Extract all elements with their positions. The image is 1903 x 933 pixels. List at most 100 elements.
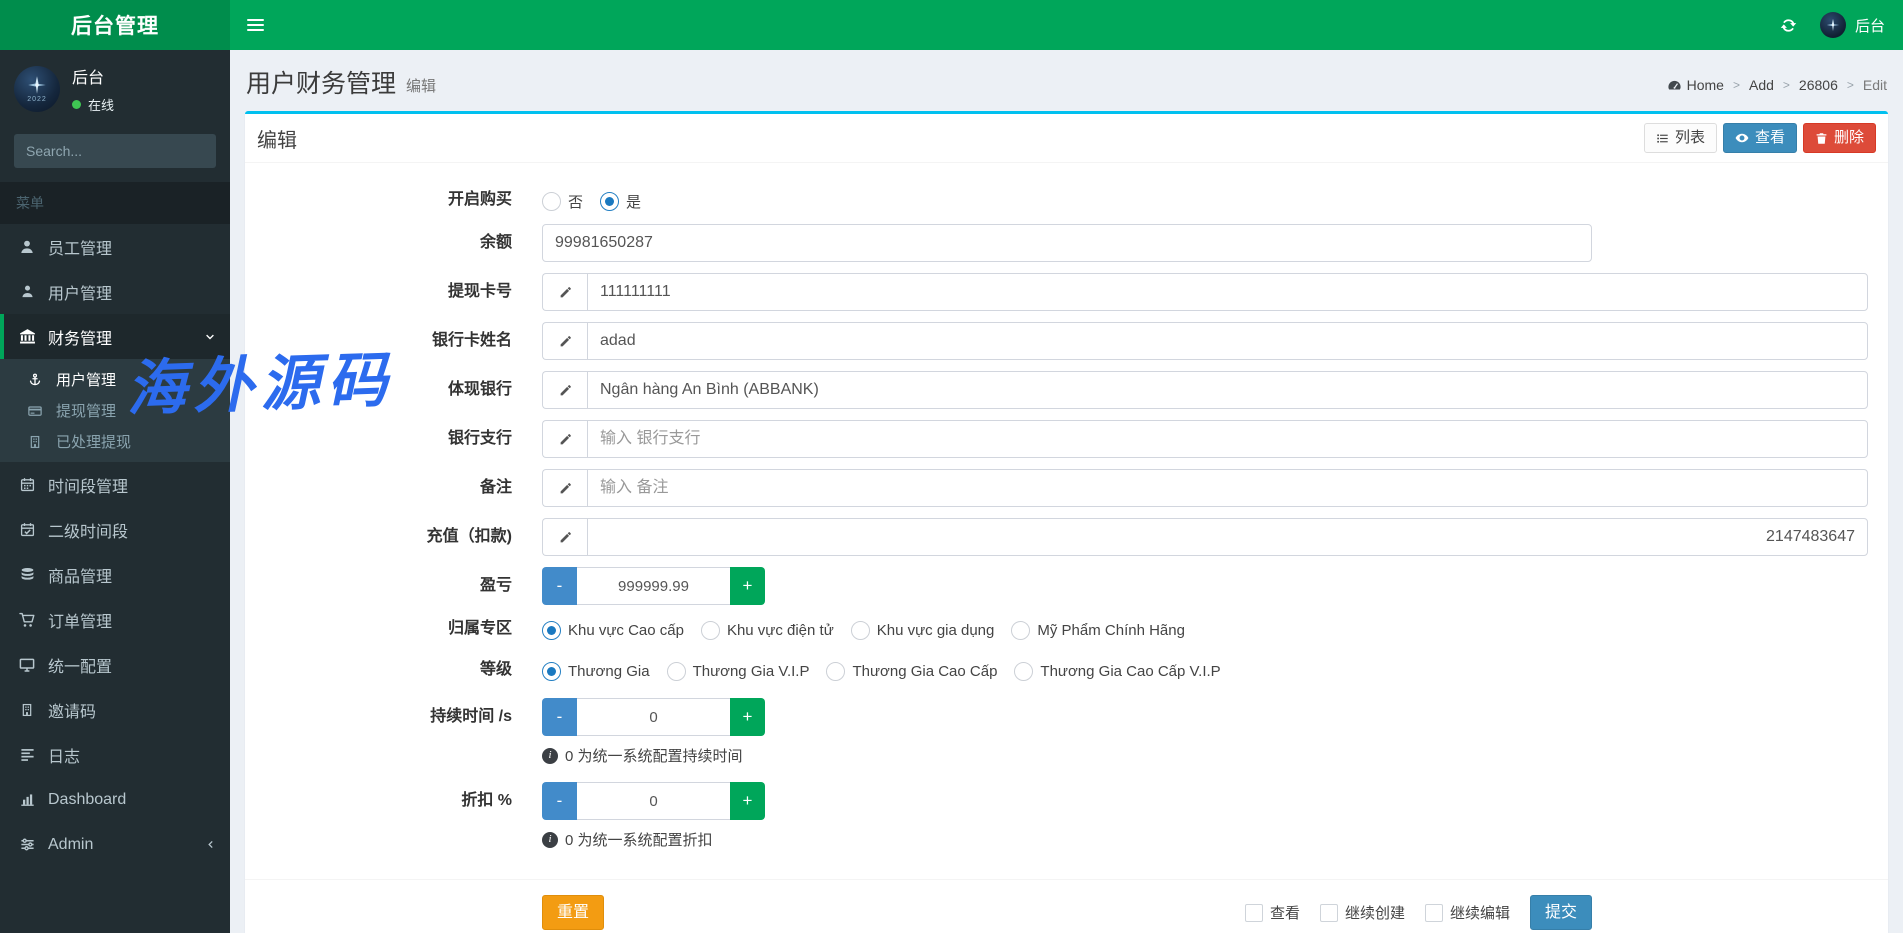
radio-purchase-no[interactable]: 否: [542, 191, 583, 212]
sidebar-item-users[interactable]: 用户管理: [0, 269, 230, 314]
checkbox-continue-edit[interactable]: 继续编辑: [1424, 902, 1510, 923]
sidebar-item-staff[interactable]: 员工管理: [0, 224, 230, 269]
building-icon: [24, 435, 46, 449]
refresh-button[interactable]: [1766, 0, 1812, 50]
avatar-year: 2022: [27, 96, 47, 103]
submit-button[interactable]: 提交: [1529, 895, 1592, 931]
log-lines-icon: [16, 747, 38, 762]
radio-level-0[interactable]: Thương Gia: [542, 662, 650, 681]
minus-button[interactable]: -: [542, 698, 577, 736]
sidebar-item-dashboard[interactable]: Dashboard: [0, 777, 230, 822]
radio-icon[interactable]: [542, 192, 561, 211]
view-button[interactable]: 查看: [1722, 123, 1797, 153]
radio-level-3[interactable]: Thương Gia Cao Cấp V.I.P: [1014, 662, 1221, 681]
radio-icon-checked[interactable]: [600, 192, 620, 211]
chevron-left-icon: [205, 839, 216, 850]
balance-input[interactable]: [542, 224, 1592, 262]
field-label-balance: 余额: [479, 234, 512, 251]
radio-zone-3[interactable]: Mỹ Phẩm Chính Hãng: [1011, 621, 1185, 640]
top-bar: 后台管理 后台: [0, 0, 1903, 50]
sidebar-subitem-withdraw[interactable]: 提现管理: [0, 395, 230, 426]
bank-input[interactable]: [587, 371, 1868, 409]
pencil-icon: [542, 371, 587, 409]
reset-button[interactable]: 重置: [542, 895, 605, 931]
user-menu[interactable]: 后台: [1812, 12, 1903, 38]
radio-purchase-yes[interactable]: 是: [600, 191, 641, 212]
plus-button[interactable]: +: [730, 782, 765, 820]
plus-button[interactable]: +: [730, 698, 765, 736]
cart-icon: [16, 612, 38, 628]
checkbox-view[interactable]: 查看: [1244, 902, 1300, 923]
radio-icon[interactable]: [1011, 621, 1031, 640]
field-label-level: 等级: [479, 661, 512, 678]
radio-icon[interactable]: [700, 621, 720, 640]
anchor-icon: [24, 373, 46, 387]
minus-button[interactable]: -: [542, 782, 577, 820]
navbar: 后台: [230, 0, 1903, 50]
checkbox-continue-create[interactable]: 继续创建: [1319, 902, 1405, 923]
radio-zone-0[interactable]: Khu vực Cao cấp: [542, 621, 684, 640]
checkbox-icon[interactable]: [1424, 903, 1443, 922]
app-logo[interactable]: 后台管理: [0, 0, 230, 50]
field-label-purchase: 开启购买: [447, 191, 512, 208]
box-title: 编辑: [257, 129, 297, 152]
info-icon: i: [542, 831, 558, 848]
breadcrumb-add[interactable]: Add: [1749, 77, 1774, 93]
sidebar-item-orders[interactable]: 订单管理: [0, 597, 230, 642]
remark-input[interactable]: [587, 469, 1868, 507]
breadcrumb-id[interactable]: 26806: [1799, 77, 1838, 93]
radio-icon[interactable]: [1014, 662, 1034, 681]
duration-help: i 0 为统一系统配置持续时间: [542, 745, 1592, 766]
profit-input[interactable]: [577, 567, 730, 605]
level-radio-group: Thương Gia Thương Gia V.I.P Thương Gia C…: [542, 657, 1592, 683]
discount-help: i 0 为统一系统配置折扣: [542, 829, 1592, 850]
duration-input[interactable]: [577, 698, 730, 736]
radio-icon-checked[interactable]: [542, 662, 561, 681]
delete-button[interactable]: 删除: [1802, 123, 1876, 153]
branch-input[interactable]: [587, 420, 1868, 458]
sidebar-item-finance[interactable]: 财务管理: [0, 314, 230, 359]
plus-button[interactable]: +: [730, 567, 765, 605]
radio-icon-checked[interactable]: [542, 621, 561, 640]
desktop-icon: [16, 657, 38, 673]
sidebar-item-invite-code[interactable]: 邀请码: [0, 687, 230, 732]
discount-input[interactable]: [577, 782, 730, 820]
radio-zone-1[interactable]: Khu vực điện tử: [700, 621, 834, 640]
checkbox-icon[interactable]: [1319, 903, 1338, 922]
hamburger-icon: [246, 19, 264, 21]
radio-level-1[interactable]: Thương Gia V.I.P: [666, 662, 809, 681]
radio-zone-2[interactable]: Khu vực gia dụng: [850, 621, 994, 640]
page-subtitle: 编辑: [406, 77, 437, 95]
list-button[interactable]: 列表: [1643, 123, 1717, 153]
radio-icon[interactable]: [826, 662, 846, 681]
sidebar-subitem-user-finance[interactable]: 用户管理: [0, 364, 230, 395]
sidebar-item-sub-timeslot[interactable]: 二级时间段: [0, 507, 230, 552]
card-number-input[interactable]: [587, 273, 1868, 311]
avatar[interactable]: 2022: [14, 66, 60, 112]
sidebar-toggle-button[interactable]: [230, 0, 280, 50]
recharge-input[interactable]: [587, 518, 1868, 556]
user-icon: [16, 284, 38, 299]
radio-icon[interactable]: [850, 621, 870, 640]
field-label-recharge: 充值（扣款): [426, 528, 512, 545]
zone-radio-group: Khu vực Cao cấp Khu vực điện tử Khu vực …: [542, 616, 1592, 642]
minus-button[interactable]: -: [542, 567, 577, 605]
radio-icon[interactable]: [666, 662, 686, 681]
sidebar-user-status: 在线: [72, 95, 114, 114]
pencil-icon: [542, 518, 587, 556]
bar-chart-icon: [16, 792, 38, 807]
sidebar-subitem-processed-withdraw[interactable]: 已处理提现: [0, 426, 230, 457]
sidebar-item-admin[interactable]: Admin: [0, 822, 230, 867]
sidebar-item-logs[interactable]: 日志: [0, 732, 230, 777]
checkbox-icon[interactable]: [1244, 903, 1263, 922]
sidebar-item-timeslot[interactable]: 时间段管理: [0, 462, 230, 507]
duration-stepper: - +: [542, 698, 765, 736]
breadcrumb-home[interactable]: Home: [1667, 77, 1724, 93]
field-label-bank: 体现银行: [447, 381, 512, 398]
sidebar-item-unified-config[interactable]: 统一配置: [0, 642, 230, 687]
sidebar-item-products[interactable]: 商品管理: [0, 552, 230, 597]
card-name-input[interactable]: [587, 322, 1868, 360]
search-input[interactable]: [14, 134, 216, 168]
radio-level-2[interactable]: Thương Gia Cao Cấp: [826, 662, 997, 681]
credit-card-icon: [24, 404, 46, 418]
